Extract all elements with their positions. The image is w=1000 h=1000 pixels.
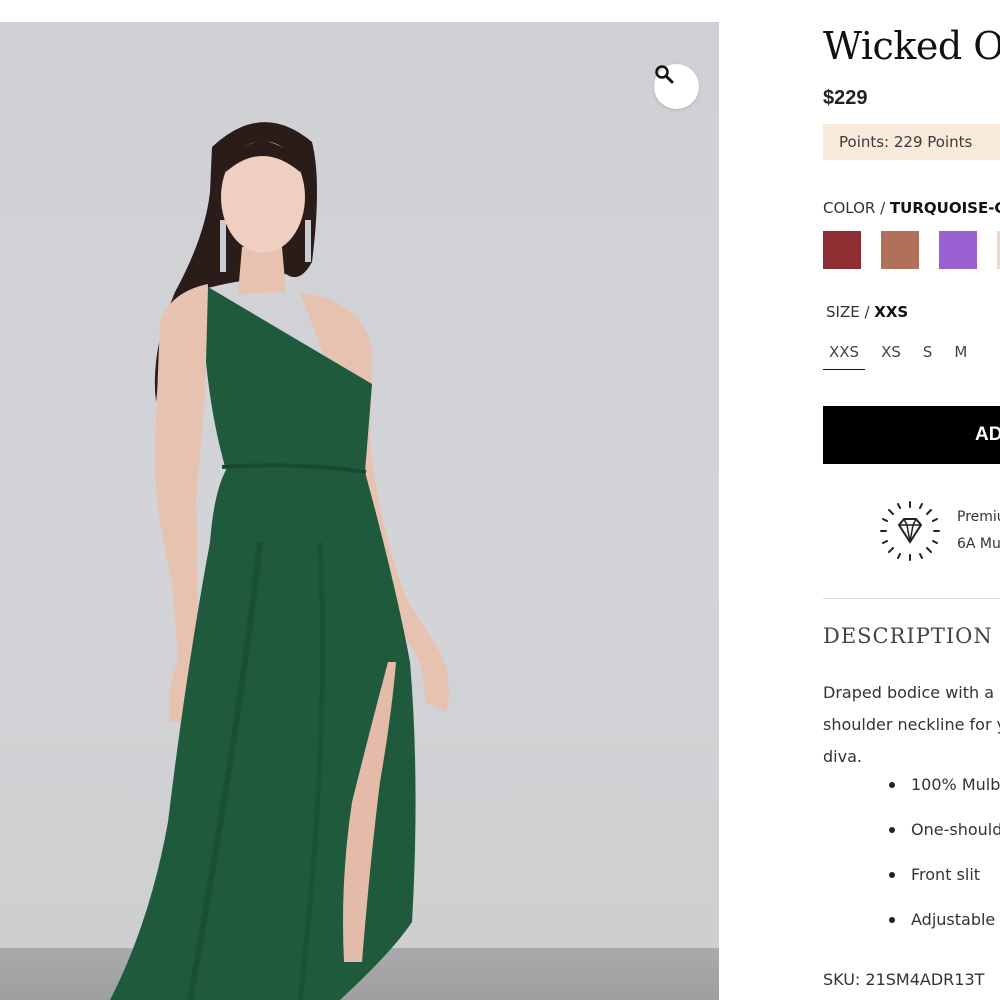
- color-swatches: [823, 231, 1000, 269]
- feature-list: 100% Mulberry Silk One-shoulder neckline…: [889, 770, 1000, 950]
- premium-quality-badge: Premium Quality 6A Mulberry Silk: [879, 500, 1000, 562]
- points-text: Points: 229 Points: [839, 133, 973, 151]
- size-option-xs[interactable]: XS: [875, 341, 907, 370]
- premium-line-1: Premium Quality: [957, 509, 1000, 525]
- color-swatch-1[interactable]: [823, 231, 861, 269]
- description-heading[interactable]: DESCRIPTION: [823, 624, 993, 648]
- list-item: Front slit: [889, 860, 1000, 905]
- list-item: Adjustable strap: [889, 905, 1000, 950]
- premium-line-2: 6A Mulberry Silk: [957, 536, 1000, 552]
- list-item: One-shoulder neckline: [889, 815, 1000, 860]
- feature-text: Front slit: [911, 865, 981, 884]
- add-to-cart-button[interactable]: ADD TO CART: [823, 406, 1000, 464]
- size-option-m[interactable]: M: [948, 341, 973, 370]
- product-info: Wicked One Shoulder Maxi Dress $229 Poin…: [823, 0, 1000, 1000]
- feature-text: 100% Mulberry Silk: [911, 775, 1000, 794]
- selected-size: XXS: [874, 303, 909, 321]
- sku-text: SKU: 21SM4ADR13T: [823, 970, 985, 989]
- color-swatch-3[interactable]: [939, 231, 977, 269]
- feature-text: One-shoulder neckline: [911, 820, 1000, 839]
- product-title: Wicked One Shoulder Maxi Dress: [823, 24, 1000, 68]
- color-selector-label: COLOR / TURQUOISE-GREEN: [823, 199, 1000, 217]
- model-illustration: [110, 122, 449, 1000]
- diamond-icon: [880, 501, 940, 561]
- product-price: $229: [823, 87, 868, 109]
- zoom-button[interactable]: [654, 64, 699, 109]
- color-swatch-2[interactable]: [881, 231, 919, 269]
- size-option-xxs[interactable]: XXS: [823, 341, 866, 370]
- selected-color: TURQUOISE-GREEN: [889, 199, 1000, 217]
- feature-text: Adjustable strap: [911, 910, 1000, 929]
- section-divider: [823, 598, 1000, 599]
- description-text: Draped bodice with a one-shoulder neckli…: [823, 683, 1000, 766]
- list-item: 100% Mulberry Silk: [889, 770, 1000, 815]
- points-badge: Points: 229 Points: [823, 124, 1000, 160]
- size-option-s[interactable]: S: [917, 341, 939, 370]
- add-to-cart-label: ADD TO CART: [975, 424, 1000, 445]
- size-options: XXS XS S M: [823, 341, 983, 370]
- size-label: SIZE /: [826, 303, 875, 321]
- product-image[interactable]: [0, 22, 719, 1000]
- color-label: COLOR /: [823, 199, 890, 217]
- size-selector-label: SIZE / XXS: [826, 303, 908, 321]
- magnifier-icon: [655, 65, 674, 84]
